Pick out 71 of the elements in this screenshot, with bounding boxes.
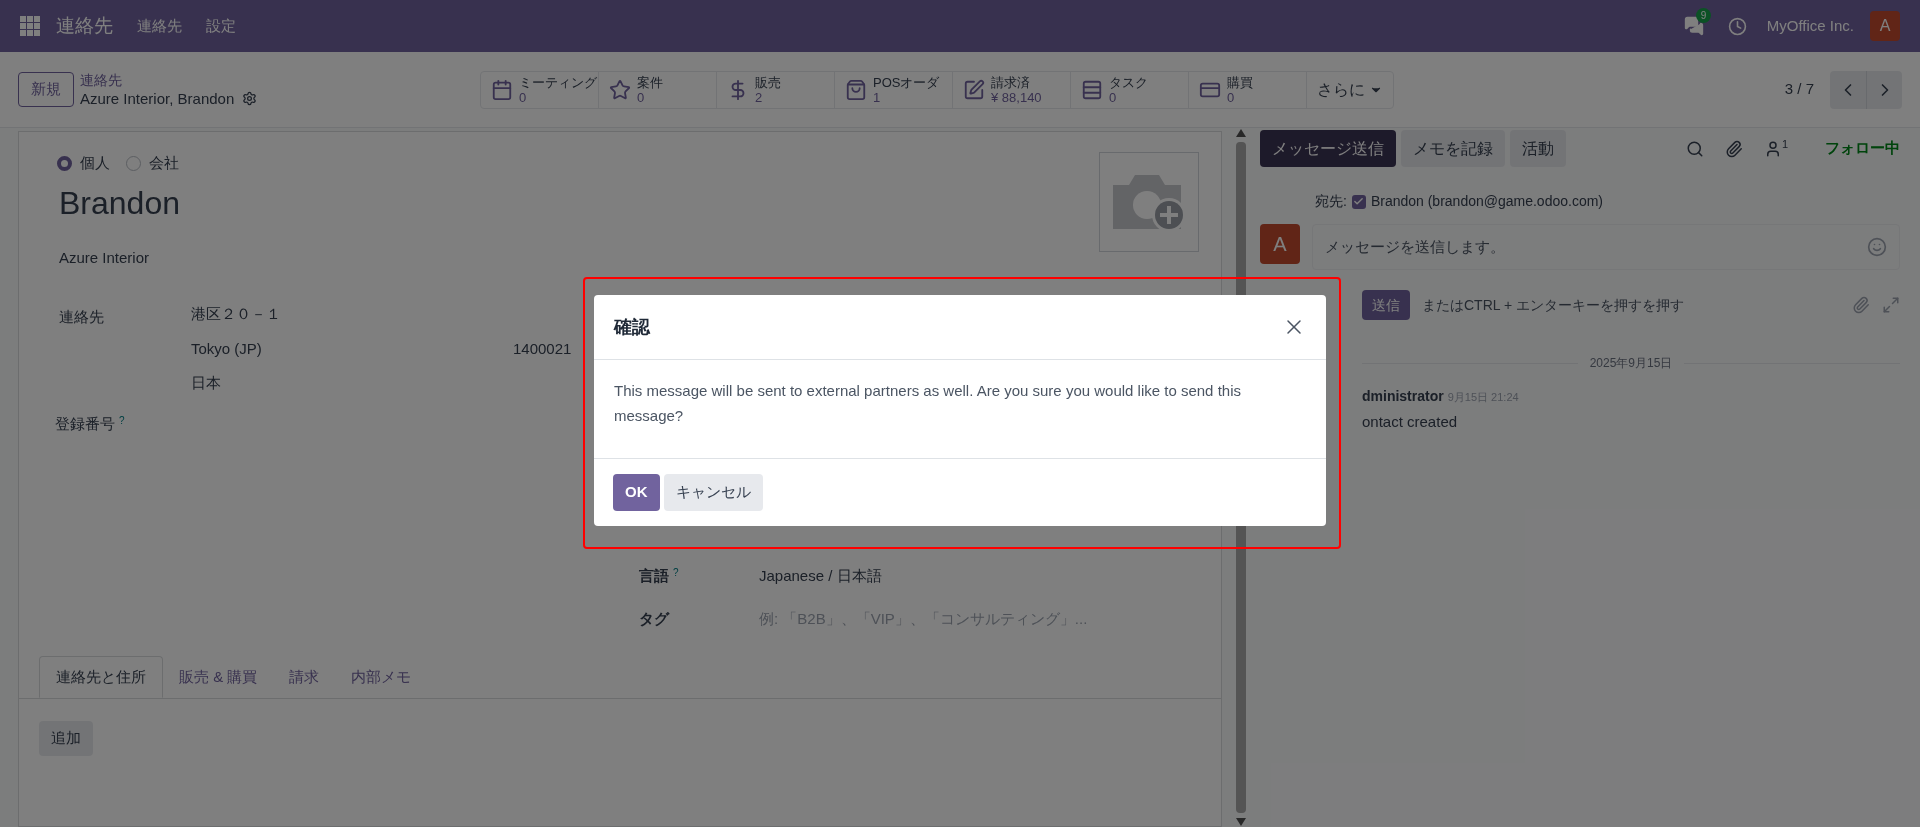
shopping-bag-icon [845,78,867,101]
stat-button[interactable]: 販売 2 [717,71,835,108]
dialog-title: 確認 [614,315,650,339]
date-separator: 2025年9月15日 [1589,355,1673,372]
message-body: ontact created [1361,412,1459,432]
cancel-button[interactable]: キャンセル [663,474,763,511]
stat-button[interactable]: タスク 0 [1071,71,1189,108]
field-label: 言語 [639,566,669,586]
field-label: タグ [639,608,671,629]
city-field[interactable]: Tokyo (JP) [191,337,513,360]
scroll-down-icon[interactable] [1235,817,1247,827]
new-button[interactable]: 新規 [18,72,74,107]
recipient-checkbox[interactable] [1351,194,1366,209]
follower-count: 1 [1781,136,1788,152]
radio-option[interactable]: 個人 [57,152,110,175]
recipient-name: Brandon (brandon@game.odoo.com) [1370,192,1604,211]
form-tab[interactable]: 請求 [273,656,336,698]
chatter-button[interactable]: メッセージ送信 [1260,130,1396,167]
stat-button[interactable]: 購買 0 [1189,71,1307,108]
form-tab[interactable]: 連絡先と住所 [39,656,163,698]
expand-icon[interactable] [1882,296,1900,314]
field-label: 登録番号 [55,413,115,434]
notification-badge: 9 [1695,8,1712,23]
help-icon[interactable]: ? [673,565,679,580]
pager-counter: 3 / 7 [1784,79,1814,100]
zip-field[interactable]: 1400021 [513,337,572,360]
menu-item[interactable]: 連絡先 [137,14,182,38]
clock-icon[interactable] [1727,16,1747,36]
paperclip-icon[interactable] [1724,139,1743,158]
contact-name[interactable]: Brandon [39,178,180,227]
stat-button[interactable]: 請求済 ¥ 88,140 [953,71,1071,108]
company-field[interactable]: Azure Interior [39,246,180,269]
stat-button[interactable]: POSオーダ 1 [835,71,953,108]
user-avatar: A [1260,224,1300,264]
apps-icon[interactable] [20,16,40,36]
search-icon[interactable] [1685,139,1704,158]
emoji-icon[interactable] [1867,237,1887,257]
ok-button[interactable]: OK [613,474,660,511]
modal-backdrop[interactable] [0,0,1920,827]
company-name[interactable]: MyOffice Inc. [1766,14,1854,38]
message-input[interactable]: メッセージを送信します。 [1312,224,1900,270]
follow-status[interactable]: フォロー中 [1825,137,1900,160]
chatter-button[interactable]: メモを記録 [1401,130,1505,167]
send-hint: またはCTRL + エンターキーを押すを押す [1422,295,1685,315]
breadcrumb-link[interactable]: 連絡先 [80,71,480,89]
paperclip-icon[interactable] [1852,296,1870,314]
app-title[interactable]: 連絡先 [56,11,113,41]
menu-item[interactable]: 設定 [206,14,236,38]
language-field[interactable]: Japanese / 日本語 [759,565,882,588]
stat-button[interactable]: ミーティング 0 [481,71,599,108]
more-button[interactable]: さらに [1307,71,1393,108]
star-icon [609,78,631,101]
send-button[interactable]: 送信 [1362,290,1410,320]
form-tab[interactable]: 販売 & 購買 [163,656,274,698]
form-tab[interactable]: 内部メモ [335,656,428,698]
help-icon[interactable]: ? [119,412,125,428]
calendar-icon [491,78,513,101]
radio-option[interactable]: 会社 [126,152,179,175]
stack-icon [1081,78,1103,101]
message-author: dministrator [1362,387,1444,406]
recipient-label: 宛先: [1315,192,1347,211]
settings-icon[interactable] [242,90,258,106]
stat-button[interactable]: 案件 0 [599,71,717,108]
chatter-button[interactable]: 活動 [1510,130,1566,167]
field-label: 連絡先 [59,307,105,327]
dialog-message: This message will be sent to external partners as well. Are you sure you would like to send this message? [614,381,1242,426]
edit-icon [963,78,985,101]
record-title: Azure Interior, Brandon [80,88,235,108]
user-avatar[interactable]: A [1870,11,1900,41]
add-button[interactable]: 追加 [39,721,93,756]
photo-placeholder[interactable] [1099,152,1199,252]
